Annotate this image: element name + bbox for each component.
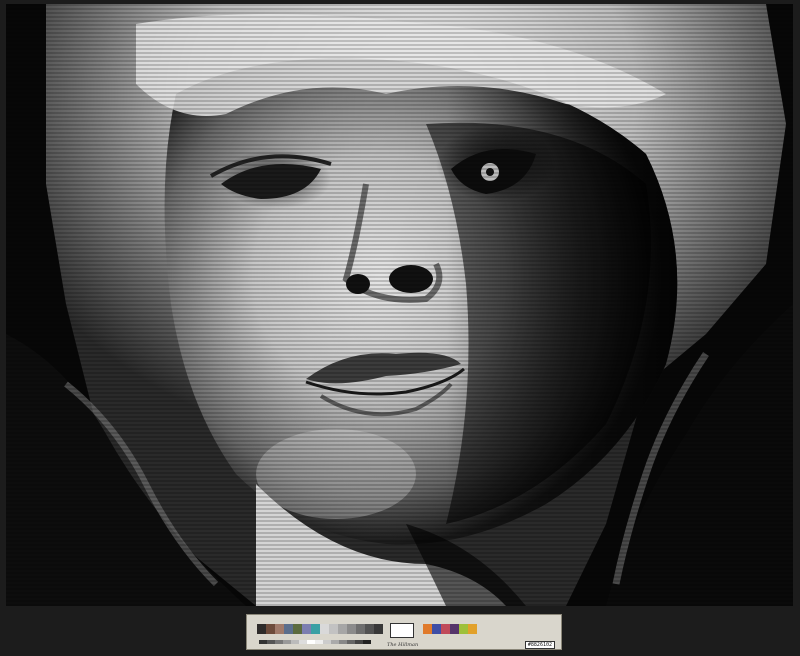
scan-background: The Hillman #8826102 <box>0 0 800 656</box>
gray-patch <box>323 640 331 644</box>
gray-patch <box>315 640 323 644</box>
color-patch <box>374 624 383 634</box>
gray-patch <box>275 640 283 644</box>
color-calibration-target: The Hillman #8826102 <box>246 614 562 650</box>
color-patch <box>338 624 347 634</box>
gray-patch <box>259 640 267 644</box>
target-logo <box>390 623 414 638</box>
gray-patch <box>267 640 275 644</box>
color-patch <box>311 624 320 634</box>
color-patch <box>266 624 275 634</box>
target-brand-text: The Hillman <box>387 642 419 648</box>
color-patch <box>356 624 365 634</box>
gray-patch <box>331 640 339 644</box>
color-patch <box>257 624 266 634</box>
gray-patch <box>347 640 355 644</box>
color-patch <box>302 624 311 634</box>
target-id-label: #8826102 <box>524 641 555 649</box>
gray-patch <box>355 640 363 644</box>
color-patch <box>441 624 450 634</box>
color-patches <box>257 624 477 634</box>
gray-patch <box>291 640 299 644</box>
color-patch <box>365 624 374 634</box>
portrait-photo <box>6 4 793 606</box>
color-patch <box>423 624 432 634</box>
color-patch <box>468 624 477 634</box>
gray-patch <box>283 640 291 644</box>
gray-patch <box>363 640 371 644</box>
color-patch <box>284 624 293 634</box>
photograph-print <box>6 4 793 606</box>
gray-patch <box>307 640 315 644</box>
color-patch <box>450 624 459 634</box>
color-patch <box>275 624 284 634</box>
color-patch <box>347 624 356 634</box>
gray-patch <box>299 640 307 644</box>
color-patch <box>459 624 468 634</box>
grayscale-patches <box>259 640 371 644</box>
color-patch <box>432 624 441 634</box>
color-patch <box>329 624 338 634</box>
color-patch <box>320 624 329 634</box>
gray-patch <box>339 640 347 644</box>
color-patch <box>293 624 302 634</box>
